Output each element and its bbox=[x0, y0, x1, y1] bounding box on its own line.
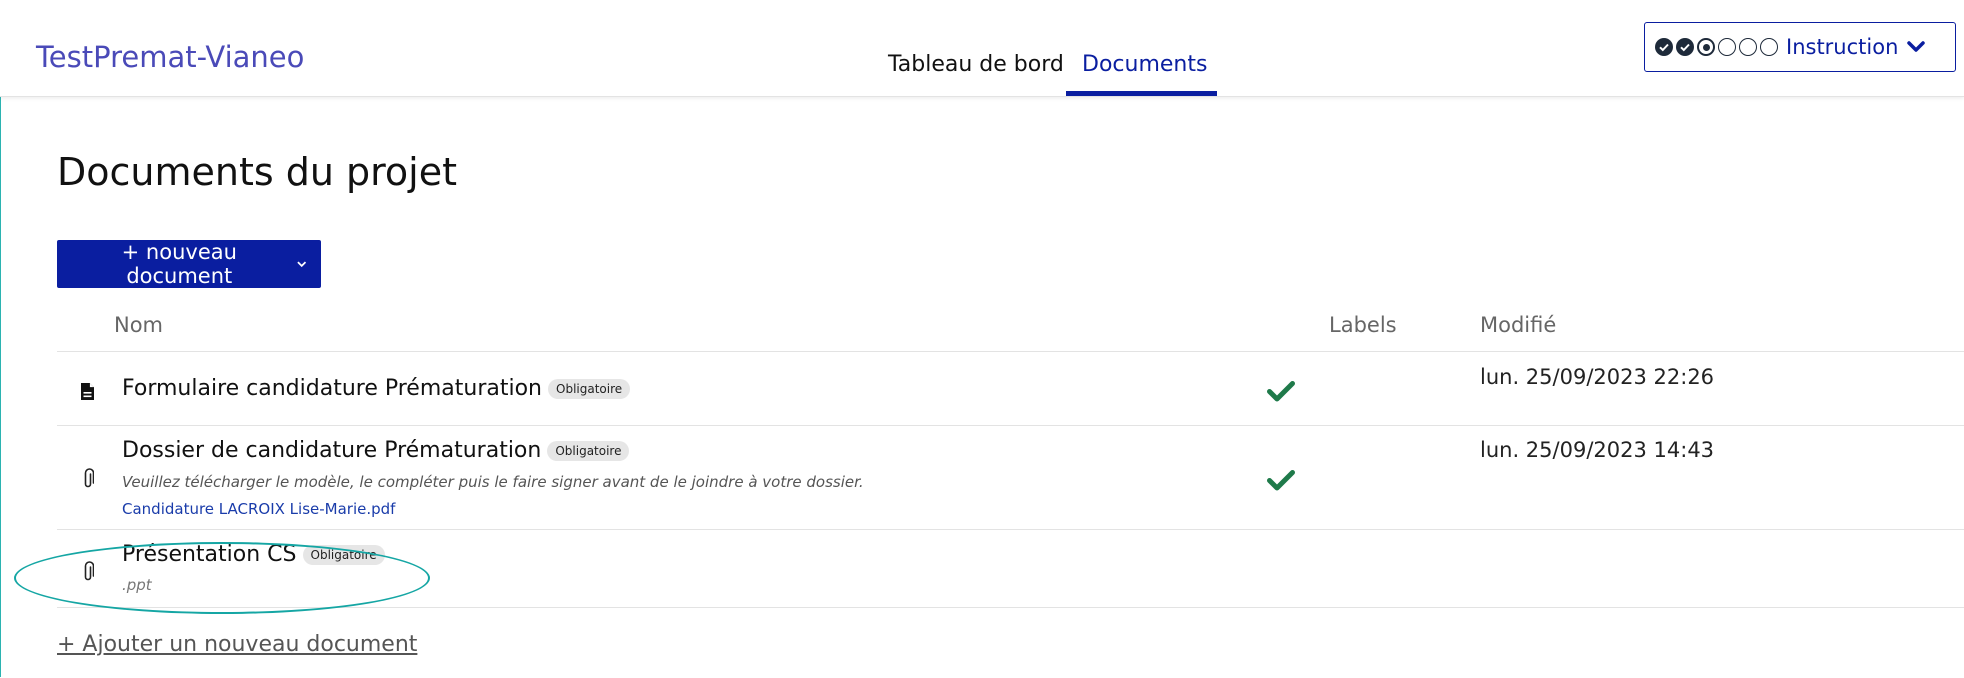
project-status-dropdown[interactable]: Instruction bbox=[1644, 22, 1956, 72]
new-document-button[interactable]: + nouveau document bbox=[57, 240, 321, 288]
required-badge: Obligatoire bbox=[548, 379, 631, 399]
tab-tableau-de-bord[interactable]: Tableau de bord bbox=[888, 52, 1064, 77]
row-divider bbox=[57, 529, 1964, 530]
paperclip-icon bbox=[84, 468, 94, 488]
check-icon bbox=[1267, 470, 1295, 491]
step-done-icon bbox=[1676, 38, 1694, 56]
step-current-icon bbox=[1697, 38, 1715, 56]
check-icon bbox=[1267, 381, 1295, 402]
top-bar: TestPremat-Vianeo Tableau de bord Docume… bbox=[0, 0, 1964, 97]
row-divider bbox=[57, 351, 1964, 352]
document-name[interactable]: Formulaire candidature Prématuration Obli… bbox=[122, 376, 631, 401]
step-todo-icon bbox=[1739, 38, 1757, 56]
tab-documents[interactable]: Documents bbox=[1082, 52, 1207, 77]
page-title: Documents du projet bbox=[57, 150, 458, 194]
required-badge: Obligatoire bbox=[547, 441, 630, 461]
document-description: Veuillez télécharger le modèle, le compl… bbox=[122, 473, 864, 491]
new-document-label: + nouveau document bbox=[121, 240, 237, 288]
column-header-labels[interactable]: Labels bbox=[1329, 313, 1397, 337]
status-label: Instruction bbox=[1786, 35, 1899, 59]
modified-date: lun. 25/09/2023 22:26 bbox=[1480, 365, 1715, 389]
document-icon bbox=[81, 383, 94, 400]
step-todo-icon bbox=[1718, 38, 1736, 56]
row-divider bbox=[57, 425, 1964, 426]
chevron-down-icon bbox=[296, 261, 306, 268]
add-document-link[interactable]: + Ajouter un nouveau document bbox=[57, 632, 417, 657]
step-todo-icon bbox=[1760, 38, 1778, 56]
column-header-modified[interactable]: Modifié bbox=[1480, 313, 1556, 337]
chevron-down-icon bbox=[1907, 41, 1926, 52]
modified-date: lun. 25/09/2023 14:43 bbox=[1480, 438, 1715, 462]
document-name[interactable]: Dossier de candidature Prématuration Obli… bbox=[122, 438, 630, 463]
step-done-icon bbox=[1655, 38, 1673, 56]
highlight-ellipse bbox=[14, 542, 430, 614]
brand-title[interactable]: TestPremat-Vianeo bbox=[36, 40, 304, 74]
attached-file-link[interactable]: Candidature LACROIX Lise-Marie.pdf bbox=[122, 500, 395, 518]
active-tab-indicator bbox=[1066, 91, 1217, 96]
column-header-name[interactable]: Nom bbox=[114, 313, 163, 337]
